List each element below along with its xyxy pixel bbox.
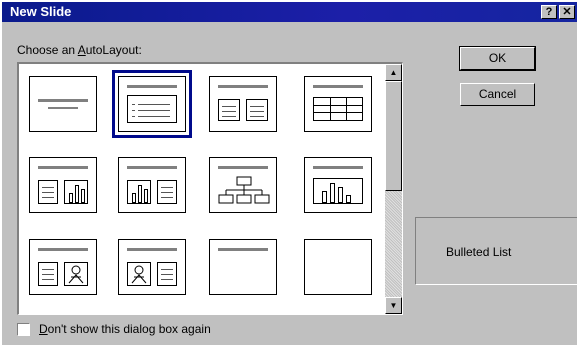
title-placeholder: [313, 85, 363, 88]
title-placeholder: [38, 99, 88, 102]
scroll-thumb[interactable]: [385, 81, 402, 191]
layout-preview-label: Bulleted List: [446, 245, 512, 259]
layout-title-only[interactable]: [209, 239, 277, 295]
layout-title-slide[interactable]: [29, 76, 97, 132]
chart-placeholder: [64, 180, 88, 204]
subtitle-placeholder: [48, 107, 78, 109]
layout-text-and-clip-art[interactable]: [29, 239, 97, 295]
title-placeholder: [127, 248, 177, 251]
title-placeholder: [218, 248, 268, 251]
dont-show-label[interactable]: Don't show this dialog box again: [39, 322, 211, 336]
text-placeholder: [127, 95, 177, 123]
text-placeholder: [157, 180, 177, 204]
dont-show-checkbox[interactable]: [17, 323, 30, 336]
chart-placeholder: [313, 178, 363, 204]
layout-clip-art-and-text[interactable]: [118, 239, 186, 295]
title-placeholder: [38, 248, 88, 251]
close-button[interactable]: ✕: [559, 5, 575, 19]
scroll-down-button[interactable]: ▼: [385, 297, 402, 314]
layout-blank[interactable]: [304, 239, 372, 295]
layout-preview-panel: Bulleted List: [415, 217, 577, 285]
title-placeholder: [218, 85, 268, 88]
autolayout-label-suffix: utoLayout:: [85, 43, 142, 57]
text-placeholder: [38, 180, 58, 204]
layout-text-and-chart[interactable]: [29, 157, 97, 213]
window-title: New Slide: [10, 4, 72, 19]
new-slide-dialog: New Slide ? ✕ Choose an AutoLayout: ▲ ▼ …: [0, 0, 577, 345]
help-button[interactable]: ?: [541, 5, 557, 19]
clip-art-placeholder: [127, 262, 151, 286]
dont-show-accel: D: [39, 322, 48, 336]
autolayout-gallery[interactable]: [17, 62, 403, 315]
scroll-up-button[interactable]: ▲: [385, 64, 402, 81]
ok-button[interactable]: OK: [459, 46, 536, 71]
chart-placeholder: [127, 180, 151, 204]
person-icon: [68, 265, 84, 284]
layout-organization-chart[interactable]: [209, 157, 277, 213]
layout-bulleted-list[interactable]: [112, 70, 192, 138]
org-chart-icon: [218, 176, 270, 204]
title-placeholder: [38, 166, 88, 169]
person-icon: [131, 265, 147, 284]
layout-chart[interactable]: [304, 157, 372, 213]
table-placeholder: [313, 97, 363, 121]
title-placeholder: [218, 166, 268, 169]
clip-art-placeholder: [64, 262, 88, 286]
text-placeholder-left: [218, 99, 240, 121]
title-placeholder: [127, 85, 177, 88]
layout-chart-and-text[interactable]: [118, 157, 186, 213]
autolayout-label-prefix: Choose an: [17, 43, 78, 57]
text-placeholder: [157, 262, 177, 286]
dont-show-label-text: on't show this dialog box again: [47, 322, 211, 336]
autolayout-label: Choose an AutoLayout:: [17, 43, 142, 57]
cancel-button[interactable]: Cancel: [460, 83, 535, 106]
title-placeholder: [127, 166, 177, 169]
layout-table[interactable]: [304, 76, 372, 132]
text-placeholder-right: [246, 99, 268, 121]
title-bar[interactable]: New Slide ? ✕: [2, 2, 577, 22]
text-placeholder: [38, 262, 58, 286]
layout-two-column-text[interactable]: [209, 76, 277, 132]
title-placeholder: [313, 166, 363, 169]
autolayout-label-accel: A: [77, 43, 86, 57]
gallery-scrollbar[interactable]: ▲ ▼: [385, 64, 402, 314]
